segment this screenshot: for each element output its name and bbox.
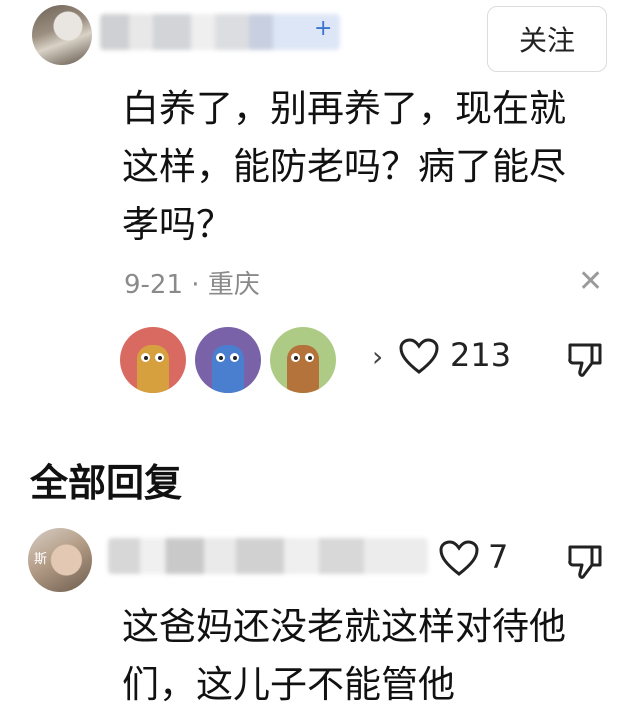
- like-count: 213: [450, 336, 512, 374]
- commenter-avatar[interactable]: [32, 5, 92, 65]
- chevron-right-icon[interactable]: ›: [372, 340, 383, 373]
- reply-name-blurred[interactable]: [108, 538, 428, 574]
- reply-like-count: 7: [488, 538, 509, 576]
- reply-avatar[interactable]: 斯: [28, 528, 92, 592]
- avatar-tag: 斯: [34, 552, 48, 567]
- thumbs-down-icon[interactable]: [566, 541, 606, 581]
- section-title: 全部回复: [30, 461, 183, 505]
- reaction-avatar-3[interactable]: [270, 327, 336, 393]
- meta-separator: ·: [191, 270, 200, 300]
- heart-outline-icon[interactable]: [398, 337, 440, 375]
- reaction-avatar-2[interactable]: [195, 327, 261, 393]
- reply-text: 这爸妈还没老就这样对待他们，这儿子不能管他: [122, 605, 566, 706]
- follow-button[interactable]: 关注: [487, 6, 607, 72]
- reaction-avatar-1[interactable]: [120, 327, 186, 393]
- commenter-name-blurred[interactable]: [100, 14, 340, 50]
- comment-text: 白养了，别再养了，现在就这样，能防老吗？病了能尽孝吗？: [122, 87, 566, 246]
- comment-date: 9-21: [124, 270, 184, 300]
- heart-outline-icon[interactable]: [438, 539, 480, 577]
- close-icon[interactable]: ✕: [578, 264, 603, 299]
- comment-location: 重庆: [207, 270, 260, 300]
- thumbs-down-icon[interactable]: [566, 339, 606, 379]
- comment-meta: 9-21 · 重庆: [124, 264, 260, 301]
- plus-icon: +: [314, 16, 333, 41]
